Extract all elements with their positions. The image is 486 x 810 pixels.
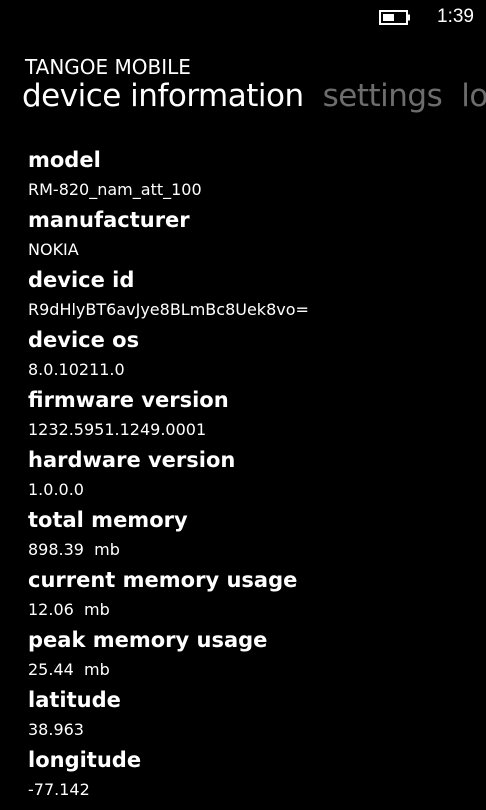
info-label: firmware version [28, 388, 229, 412]
info-value: 12.06 mb [28, 600, 110, 619]
info-label: latitude [28, 688, 121, 712]
info-value: 1232.5951.1249.0001 [28, 420, 207, 439]
info-item-manufacturer: manufacturer NOKIA [28, 203, 478, 263]
info-value: 25.44 mb [28, 660, 110, 679]
info-label: longitude [28, 748, 142, 772]
info-label: current memory usage [28, 568, 298, 592]
info-label: device id [28, 268, 135, 292]
device-info-list[interactable]: model RM-820_nam_att_100 manufacturer NO… [28, 143, 478, 803]
info-label: peak memory usage [28, 628, 268, 652]
info-item-total-memory: total memory 898.39 mb [28, 503, 478, 563]
info-label: model [28, 148, 101, 172]
pivot-header: device information settings log [22, 78, 486, 114]
info-label: total memory [28, 508, 188, 532]
info-value: R9dHlyBT6avJye8BLmBc8Uek8vo= [28, 300, 309, 319]
info-item-current-memory-usage: current memory usage 12.06 mb [28, 563, 478, 623]
info-item-peak-memory-usage: peak memory usage 25.44 mb [28, 623, 478, 683]
info-label: hardware version [28, 448, 236, 472]
info-value: 1.0.0.0 [28, 480, 84, 499]
tab-device-information[interactable]: device information [22, 78, 304, 114]
battery-icon [379, 10, 410, 25]
info-label: manufacturer [28, 208, 190, 232]
status-time: 1:39 [437, 6, 474, 27]
info-value: 8.0.10211.0 [28, 360, 125, 379]
info-value: RM-820_nam_att_100 [28, 180, 202, 199]
info-item-firmware-version: firmware version 1232.5951.1249.0001 [28, 383, 478, 443]
info-value: 898.39 mb [28, 540, 120, 559]
tab-log[interactable]: log [461, 78, 486, 114]
status-bar: 1:39 [0, 0, 486, 34]
info-item-longitude: longitude -77.142 [28, 743, 478, 803]
info-value: 38.963 [28, 720, 84, 739]
app-title: TANGOE MOBILE [25, 55, 191, 79]
info-item-model: model RM-820_nam_att_100 [28, 143, 478, 203]
info-item-device-os: device os 8.0.10211.0 [28, 323, 478, 383]
info-value: NOKIA [28, 240, 79, 259]
info-item-hardware-version: hardware version 1.0.0.0 [28, 443, 478, 503]
info-item-latitude: latitude 38.963 [28, 683, 478, 743]
tab-settings[interactable]: settings [323, 78, 443, 114]
info-item-device-id: device id R9dHlyBT6avJye8BLmBc8Uek8vo= [28, 263, 478, 323]
info-value: -77.142 [28, 780, 90, 799]
info-label: device os [28, 328, 140, 352]
